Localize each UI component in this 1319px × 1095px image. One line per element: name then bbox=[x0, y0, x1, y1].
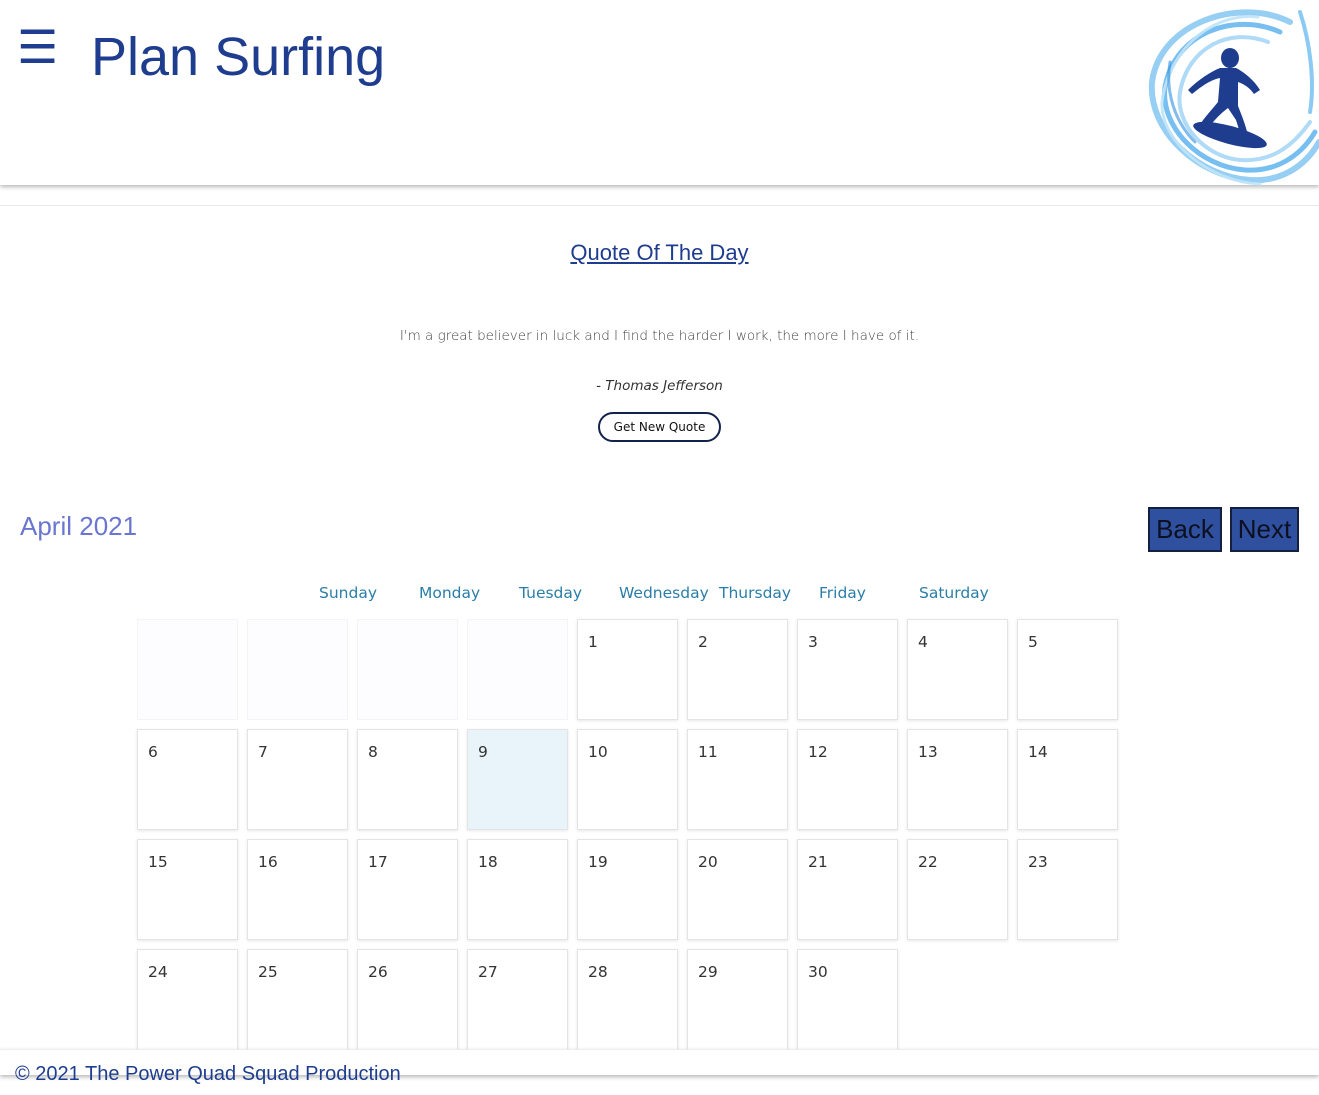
calendar-day-number: 30 bbox=[808, 963, 828, 981]
calendar-day-number: 22 bbox=[918, 853, 938, 871]
next-button[interactable]: Next bbox=[1230, 507, 1299, 552]
calendar-day-cell[interactable]: 9 bbox=[467, 729, 568, 830]
calendar-day-number: 6 bbox=[148, 743, 158, 761]
calendar-day-cell[interactable]: 16 bbox=[247, 839, 348, 940]
calendar-day-cell[interactable]: 30 bbox=[797, 949, 898, 1050]
calendar-day-number: 16 bbox=[258, 853, 278, 871]
calendar-day-number: 10 bbox=[588, 743, 608, 761]
calendar-day-number: 27 bbox=[478, 963, 498, 981]
calendar-day-number: 21 bbox=[808, 853, 828, 871]
calendar-day-cell[interactable]: 5 bbox=[1017, 619, 1118, 720]
calendar-day-number: 20 bbox=[698, 853, 718, 871]
calendar-day-cell[interactable]: 6 bbox=[137, 729, 238, 830]
calendar-day-number: 17 bbox=[368, 853, 388, 871]
calendar-day-cell[interactable]: 24 bbox=[137, 949, 238, 1050]
weekday-tuesday: Tuesday bbox=[519, 584, 583, 602]
calendar-day-cell[interactable]: 29 bbox=[687, 949, 788, 1050]
calendar-day-number: 24 bbox=[148, 963, 168, 981]
calendar-day-cell[interactable]: 7 bbox=[247, 729, 348, 830]
calendar-day-cell[interactable]: 17 bbox=[357, 839, 458, 940]
calendar-day-cell[interactable]: 4 bbox=[907, 619, 1008, 720]
calendar-day-cell[interactable]: 12 bbox=[797, 729, 898, 830]
surfer-logo bbox=[1148, 9, 1319, 186]
weekday-sunday: Sunday bbox=[319, 584, 377, 602]
calendar-day-cell[interactable]: 22 bbox=[907, 839, 1008, 940]
calendar-day-number: 9 bbox=[478, 743, 488, 761]
calendar-day-cell[interactable]: 3 bbox=[797, 619, 898, 720]
calendar-day-number: 1 bbox=[588, 633, 598, 651]
quote-text: I'm a great believer in luck and I find … bbox=[399, 328, 920, 344]
calendar-day-cell[interactable]: 13 bbox=[907, 729, 1008, 830]
site-header: ☰ Plan Surfing bbox=[0, 0, 1319, 186]
calendar-day-number: 29 bbox=[698, 963, 718, 981]
calendar-day-number: 25 bbox=[258, 963, 278, 981]
calendar-day-cell[interactable]: 26 bbox=[357, 949, 458, 1050]
back-button[interactable]: Back bbox=[1148, 507, 1222, 552]
calendar-day-cell[interactable]: 21 bbox=[797, 839, 898, 940]
calendar-day-cell[interactable]: 18 bbox=[467, 839, 568, 940]
calendar-day-number: 3 bbox=[808, 633, 818, 651]
calendar-day-cell[interactable]: 25 bbox=[247, 949, 348, 1050]
calendar-day-cell[interactable]: 15 bbox=[137, 839, 238, 940]
weekday-friday: Friday bbox=[819, 584, 866, 602]
get-new-quote-button[interactable]: Get New Quote bbox=[598, 412, 721, 442]
quote-author: - Thomas Jefferson bbox=[596, 378, 723, 394]
calendar-day-number: 5 bbox=[1028, 633, 1038, 651]
footer-divider bbox=[0, 1049, 1319, 1050]
weekday-saturday: Saturday bbox=[919, 584, 989, 602]
calendar-day-cell[interactable]: 28 bbox=[577, 949, 678, 1050]
calendar-day-number: 11 bbox=[698, 743, 718, 761]
calendar-day-number: 28 bbox=[588, 963, 608, 981]
footer-copyright: © 2021 The Power Quad Squad Production bbox=[15, 1063, 401, 1085]
calendar-empty-cell bbox=[247, 619, 348, 720]
calendar-day-number: 8 bbox=[368, 743, 378, 761]
calendar-day-cell[interactable]: 2 bbox=[687, 619, 788, 720]
calendar-day-number: 26 bbox=[368, 963, 388, 981]
calendar-day-cell[interactable]: 23 bbox=[1017, 839, 1118, 940]
quote-heading-link[interactable]: Quote Of The Day bbox=[0, 240, 1319, 266]
calendar-day-number: 18 bbox=[478, 853, 498, 871]
calendar-day-number: 15 bbox=[148, 853, 168, 871]
weekday-monday: Monday bbox=[419, 584, 481, 602]
calendar-day-number: 7 bbox=[258, 743, 268, 761]
calendar-day-cell[interactable]: 27 bbox=[467, 949, 568, 1050]
calendar-day-cell[interactable]: 19 bbox=[577, 839, 678, 940]
calendar-day-cell[interactable]: 8 bbox=[357, 729, 458, 830]
calendar-day-number: 2 bbox=[698, 633, 708, 651]
calendar-day-number: 4 bbox=[918, 633, 928, 651]
calendar-day-cell[interactable]: 11 bbox=[687, 729, 788, 830]
calendar-day-number: 19 bbox=[588, 853, 608, 871]
calendar-day-cell[interactable]: 10 bbox=[577, 729, 678, 830]
calendar-day-number: 12 bbox=[808, 743, 828, 761]
month-label: April 2021 bbox=[20, 511, 138, 541]
calendar-day-number: 13 bbox=[918, 743, 938, 761]
section-divider bbox=[0, 205, 1319, 206]
calendar-empty-cell bbox=[137, 619, 238, 720]
calendar-day-cell[interactable]: 14 bbox=[1017, 729, 1118, 830]
menu-icon[interactable]: ☰ bbox=[17, 24, 58, 70]
calendar-day-cell[interactable]: 20 bbox=[687, 839, 788, 940]
calendar-empty-cell bbox=[357, 619, 458, 720]
site-title: Plan Surfing bbox=[91, 27, 386, 87]
weekday-wednesday: Wednesday bbox=[619, 584, 709, 602]
calendar-empty-cell bbox=[467, 619, 568, 720]
calendar-day-number: 23 bbox=[1028, 853, 1048, 871]
calendar-day-number: 14 bbox=[1028, 743, 1048, 761]
calendar-day-cell[interactable]: 1 bbox=[577, 619, 678, 720]
weekday-thursday: Thursday bbox=[719, 584, 792, 602]
